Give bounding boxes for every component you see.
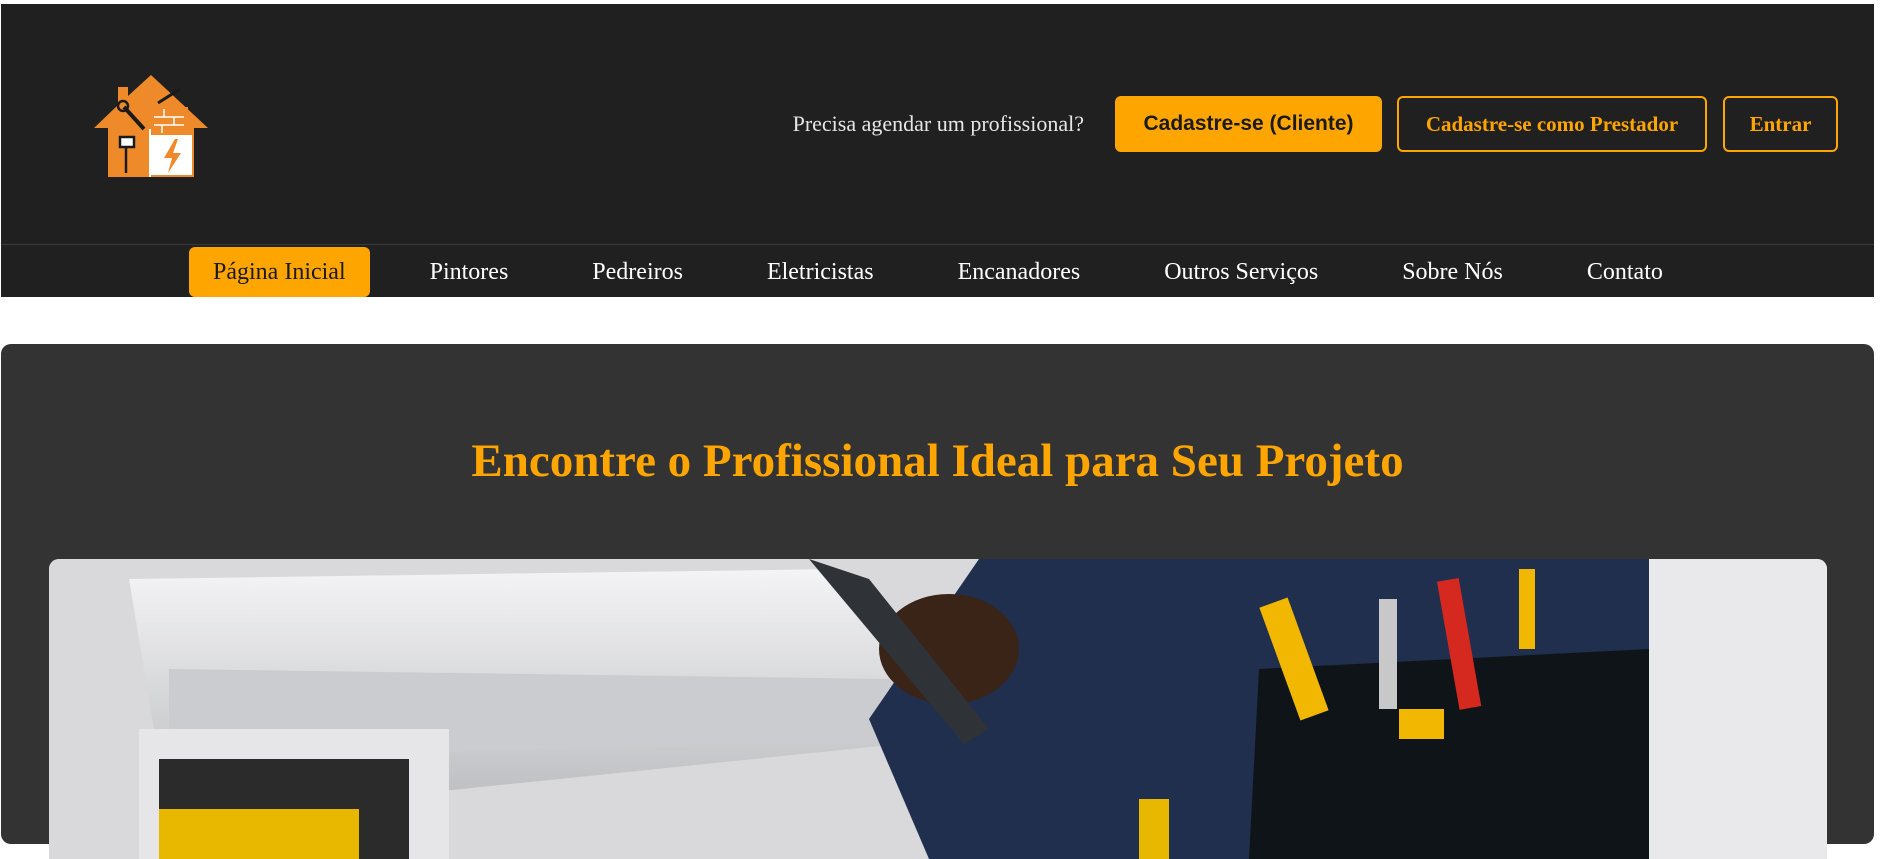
login-button[interactable]: Entrar — [1723, 96, 1838, 152]
header-top-bar: Precisa agendar um profissional? Cadastr… — [1, 4, 1874, 244]
header-actions: Precisa agendar um profissional? Cadastr… — [793, 96, 1838, 152]
nav-item-eletricistas[interactable]: Eletricistas — [743, 247, 898, 297]
nav-item-contato[interactable]: Contato — [1563, 247, 1687, 297]
signup-provider-button[interactable]: Cadastre-se como Prestador — [1397, 96, 1707, 152]
nav-list: Página Inicial Pintores Pedreiros Eletri… — [189, 245, 1723, 298]
nav-item-pedreiros[interactable]: Pedreiros — [568, 247, 707, 297]
hero-title: Encontre o Profissional Ideal para Seu P… — [471, 435, 1404, 487]
site-header: Precisa agendar um profissional? Cadastr… — [1, 4, 1874, 297]
header-tagline: Precisa agendar um profissional? — [792, 111, 1084, 136]
signup-client-button[interactable]: Cadastre-se (Cliente) — [1115, 96, 1382, 152]
main-nav: Página Inicial Pintores Pedreiros Eletri… — [1, 244, 1874, 297]
nav-item-outros-servicos[interactable]: Outros Serviços — [1140, 247, 1342, 297]
hero-section: Encontre o Profissional Ideal para Seu P… — [1, 344, 1874, 859]
nav-item-pintores[interactable]: Pintores — [406, 247, 533, 297]
nav-item-encanadores[interactable]: Encanadores — [934, 247, 1105, 297]
nav-item-sobre-nos[interactable]: Sobre Nós — [1378, 247, 1527, 297]
house-tools-logo[interactable] — [90, 73, 212, 181]
plumber-illustration — [49, 559, 1827, 859]
nav-item-pagina-inicial[interactable]: Página Inicial — [189, 246, 370, 297]
hero-image-plumber — [49, 559, 1827, 859]
